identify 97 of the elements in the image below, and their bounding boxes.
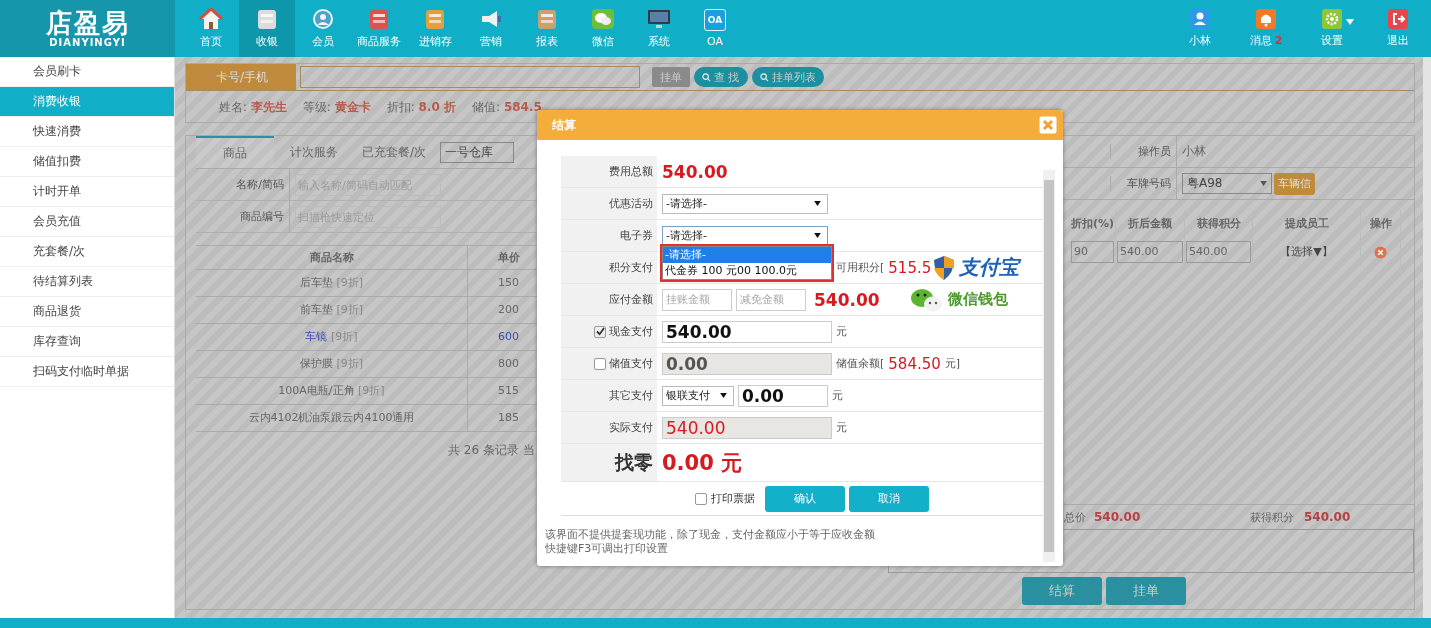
sidebar-item[interactable]: 计时开单 <box>0 177 174 207</box>
nav-tab[interactable]: 商品服务 <box>351 0 407 57</box>
field-label: 现金支付 <box>609 324 653 339</box>
total-amount: 540.00 <box>662 161 728 182</box>
goods-tab[interactable]: 已充套餐/次 <box>354 137 434 167</box>
field-label: 操作员 <box>1110 144 1176 159</box>
nav-tab[interactable]: 收银 <box>239 0 295 57</box>
total-label: 获得积分 <box>1249 509 1295 525</box>
column-header: 商品名称 <box>196 246 468 270</box>
sidebar-item[interactable]: 待结算列表 <box>0 267 174 297</box>
member-info: 等级: 黄金卡 <box>302 99 371 116</box>
field-label: 商品编号 <box>196 201 290 232</box>
nav-tab[interactable]: 报表 <box>519 0 575 57</box>
input-field[interactable]: 540.00 <box>662 320 832 343</box>
column-header: 折后金额 <box>1116 210 1185 238</box>
table-cell[interactable]: 540.00 <box>1186 241 1251 263</box>
field-label: 储值支付 <box>609 356 653 371</box>
user-menu-item[interactable]: 退出 <box>1365 0 1431 57</box>
plate-select[interactable]: 粤A98 <box>1182 173 1272 194</box>
dialog-button[interactable]: 确认 <box>765 485 845 512</box>
operator-name: 小林 <box>1176 136 1414 167</box>
table-cell[interactable]: 云内4102机油泵跟云内4100通用 <box>196 405 468 432</box>
table-cell[interactable]: 90 <box>1071 241 1114 263</box>
select-field[interactable]: 银联支付 <box>662 385 734 406</box>
sidebar-item[interactable]: 会员充值 <box>0 207 174 237</box>
action-button[interactable]: 挂单 <box>1106 577 1186 605</box>
nav-tab[interactable]: 系统 <box>631 0 687 57</box>
logo: 店盈易 DIANYINGYI <box>0 0 175 57</box>
table-cell[interactable]: 540.00 <box>1117 241 1183 263</box>
search-button[interactable]: 挂单列表 <box>751 67 824 87</box>
field-label: 优惠活动 <box>609 196 653 211</box>
user-menu-item[interactable]: 消息 2 <box>1233 0 1299 57</box>
unit-label: 元 <box>836 324 847 339</box>
alipay-logo: 支付宝 <box>959 254 1020 281</box>
hint-text: 该界面不提供提套现功能，除了现金，支付金额应小于等于应收金额 <box>545 528 876 542</box>
field-label: 电子券 <box>620 228 653 243</box>
total-label: 总价 <box>1064 509 1087 525</box>
column-header: 获得积分 <box>1185 210 1253 238</box>
payable-amount: 540.00 <box>814 289 880 310</box>
unit-label: 元] <box>944 356 961 371</box>
input-field[interactable]: 540.00 <box>662 416 832 439</box>
checkbox-label: 打印票据 <box>711 491 755 506</box>
input-field[interactable]: 挂账金额 <box>662 288 732 311</box>
member-info: 储值: 584.5 <box>472 99 542 116</box>
column-header: 操作 <box>1361 210 1401 238</box>
sidebar-item[interactable]: 储值扣费 <box>0 147 174 177</box>
card-tab[interactable]: 卡号/手机 <box>186 64 296 90</box>
wechat-pay-logo: 微信钱包 <box>947 290 1008 309</box>
field-label: 找零 <box>615 449 653 475</box>
select-field[interactable]: -请选择- <box>662 193 828 214</box>
vehicle-info-button[interactable]: 车辆信 <box>1274 172 1315 195</box>
nav-tab[interactable]: 进销存 <box>407 0 463 57</box>
total-value: 540.00 <box>1303 510 1352 524</box>
nav-tab[interactable]: 首页 <box>183 0 239 57</box>
balance-value: 584.50 <box>888 354 941 373</box>
column-header: 提成员工 <box>1253 210 1361 238</box>
total-value: 540.00 <box>1093 510 1142 524</box>
nav-tab[interactable]: OA OA <box>687 0 743 57</box>
field-label: 名称/简码 <box>196 169 290 200</box>
action-button[interactable]: 结算 <box>1022 577 1102 605</box>
sidebar-item[interactable]: 商品退货 <box>0 297 174 327</box>
goods-tab[interactable]: 计次服务 <box>274 137 354 167</box>
search-button[interactable]: 查 找 <box>694 67 748 87</box>
goods-tab[interactable]: 商品 <box>196 136 274 168</box>
input-field[interactable]: 0.00 <box>738 384 828 407</box>
field-label: 费用总额 <box>609 164 653 179</box>
field-label: 其它支付 <box>609 388 653 403</box>
sidebar-item[interactable]: 充套餐/次 <box>0 237 174 267</box>
unit-label: 元 <box>832 388 843 403</box>
nav-tab[interactable]: 会员 <box>295 0 351 57</box>
sidebar-item[interactable]: 库存查询 <box>0 327 174 357</box>
dropdown-option[interactable]: -请选择- <box>663 247 831 263</box>
staff-select[interactable]: 【选择▼】 <box>1253 238 1361 266</box>
field-label: 实际支付 <box>609 420 653 435</box>
warehouse-select[interactable]: 一号仓库 <box>440 141 514 163</box>
input-field[interactable]: 减免金额 <box>736 288 806 311</box>
oa-icon: OA <box>704 9 726 31</box>
column-header: 折扣(%) <box>1070 210 1116 238</box>
nav-tab[interactable]: 营销 <box>463 0 519 57</box>
field-note: 储值余额[ <box>836 356 885 371</box>
pager-text: 共 26 条记录 当 <box>448 442 535 459</box>
dialog-title: 结算 <box>552 116 576 134</box>
sidebar-item[interactable]: 扫码支付临时单据 <box>0 357 174 387</box>
unit-label: 元 <box>836 420 847 435</box>
dialog-button[interactable]: 取消 <box>849 485 929 512</box>
sidebar-item[interactable]: 消费收银 <box>0 87 174 117</box>
sidebar-item[interactable]: 快速消费 <box>0 117 174 147</box>
hint-text: 快捷键F3可调出打印设置 <box>545 542 670 556</box>
change-amount: 0.00 元 <box>662 449 743 477</box>
user-menu-item[interactable]: 小林 <box>1167 0 1233 57</box>
points-value: 515.5 <box>888 258 932 277</box>
nav-tab[interactable]: 微信 <box>575 0 631 57</box>
member-info: 折扣: 8.0 折 <box>386 99 456 116</box>
field-note: 可用积分[ <box>836 260 885 275</box>
user-menu-item[interactable]: 设置 <box>1299 0 1365 57</box>
field-label: 车牌号码 <box>1110 176 1176 191</box>
member-info: 姓名: 李先生 <box>219 99 287 116</box>
